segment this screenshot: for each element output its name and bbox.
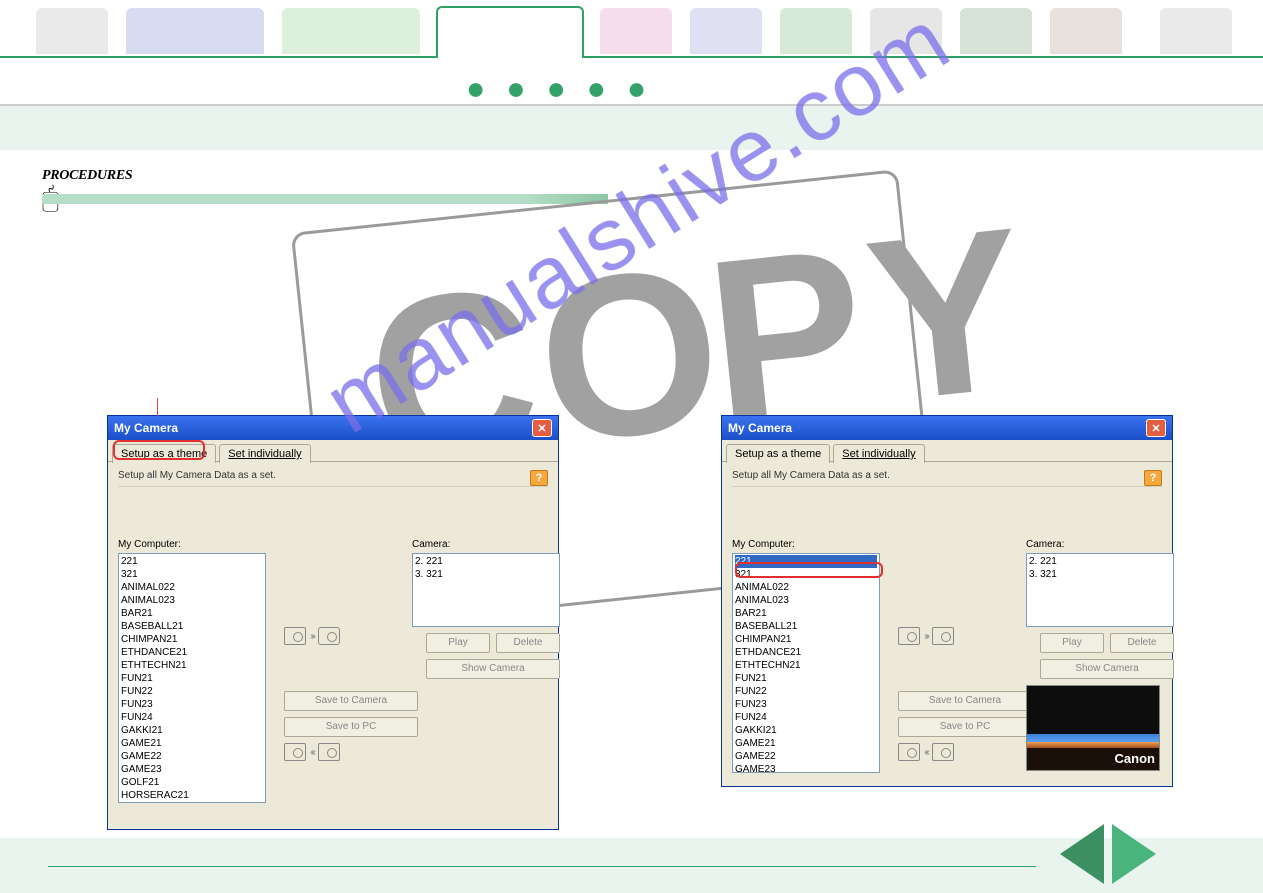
list-item[interactable]: ETHTECHN21 <box>735 659 877 672</box>
list-item[interactable]: GAME22 <box>735 750 877 763</box>
window-title: My Camera <box>728 421 792 435</box>
list-item[interactable]: GAKKI21 <box>121 724 263 737</box>
my-computer-label: My Computer: <box>118 539 266 550</box>
list-item[interactable]: BASEBALL21 <box>121 620 263 633</box>
show-camera-button[interactable]: Show Camera <box>426 659 560 679</box>
dots-decor: ● ● ● ● ● <box>466 70 652 107</box>
list-item[interactable]: ANIMAL022 <box>735 581 877 594</box>
preview-image: Canon <box>1026 685 1160 771</box>
list-item[interactable]: 221 <box>121 555 263 568</box>
camera-list[interactable]: 2. 2213. 321 <box>1026 553 1174 627</box>
page-tab[interactable] <box>600 8 672 54</box>
page-tab-active[interactable] <box>436 6 584 58</box>
list-item[interactable]: ETHDANCE21 <box>735 646 877 659</box>
delete-button[interactable]: Delete <box>496 633 560 653</box>
list-item[interactable]: 3. 321 <box>415 568 557 581</box>
my-computer-label: My Computer: <box>732 539 880 550</box>
list-item[interactable]: FUN22 <box>121 685 263 698</box>
help-button[interactable]: ? <box>1144 470 1162 486</box>
list-item[interactable]: GAME23 <box>121 763 263 776</box>
transfer-to-camera-icon: ››› <box>898 627 954 645</box>
list-item[interactable]: ANIMAL023 <box>735 594 877 607</box>
list-item[interactable]: GAME22 <box>121 750 263 763</box>
list-item[interactable]: ANIMAL022 <box>121 581 263 594</box>
procedures-underline <box>42 194 608 204</box>
save-to-camera-button[interactable]: Save to Camera <box>898 691 1032 711</box>
tab-description: Setup all My Camera Data as a set. <box>118 470 548 481</box>
list-item[interactable]: CHIMPAN21 <box>735 633 877 646</box>
list-item[interactable]: BAR21 <box>735 607 877 620</box>
titlebar[interactable]: My Camera ✕ <box>108 416 558 440</box>
page-tab[interactable] <box>1160 8 1232 54</box>
tab-setup-theme[interactable]: Setup as a theme <box>726 444 830 463</box>
window-title: My Camera <box>114 421 178 435</box>
list-item[interactable]: FUN23 <box>121 698 263 711</box>
list-item[interactable]: CHIMPAN21 <box>121 633 263 646</box>
tab-setup-theme[interactable]: Setup as a theme <box>112 444 216 463</box>
list-item[interactable]: GAME21 <box>735 737 877 750</box>
save-to-pc-button[interactable]: Save to PC <box>898 717 1032 737</box>
prev-page-button[interactable] <box>1060 824 1104 884</box>
list-item[interactable]: FUN23 <box>735 698 877 711</box>
play-button[interactable]: Play <box>1040 633 1104 653</box>
list-item[interactable]: ETHTECHN21 <box>121 659 263 672</box>
tab-set-individually[interactable]: Set individually <box>833 444 924 463</box>
titlebar[interactable]: My Camera ✕ <box>722 416 1172 440</box>
next-page-button[interactable] <box>1112 824 1156 884</box>
page-tab[interactable] <box>282 8 420 54</box>
save-to-camera-button[interactable]: Save to Camera <box>284 691 418 711</box>
help-button[interactable]: ? <box>530 470 548 486</box>
watermark-text: manualshive.com <box>307 0 967 454</box>
page-tab[interactable] <box>870 8 942 54</box>
list-item[interactable]: BAR21 <box>121 607 263 620</box>
camera-label: Camera: <box>1026 539 1174 550</box>
list-item[interactable]: 221 <box>735 555 877 568</box>
list-item[interactable]: ANIMAL023 <box>121 594 263 607</box>
list-item[interactable]: FUN24 <box>735 711 877 724</box>
camera-list[interactable]: 2. 2213. 321 <box>412 553 560 627</box>
list-item[interactable]: ETHDANCE21 <box>121 646 263 659</box>
my-computer-list[interactable]: 221321ANIMAL022ANIMAL023BAR21BASEBALL21C… <box>118 553 266 803</box>
my-computer-list[interactable]: 221321ANIMAL022ANIMAL023BAR21BASEBALL21C… <box>732 553 880 773</box>
list-item[interactable]: FUN22 <box>735 685 877 698</box>
page-tab[interactable] <box>780 8 852 54</box>
tab-description: Setup all My Camera Data as a set. <box>732 470 1162 481</box>
list-item[interactable]: 2. 221 <box>1029 555 1171 568</box>
save-to-pc-button[interactable]: Save to PC <box>284 717 418 737</box>
my-camera-dialog-2: My Camera ✕ Setup as a theme Set individ… <box>721 415 1173 787</box>
camera-label: Camera: <box>412 539 560 550</box>
list-item[interactable]: BASEBALL21 <box>735 620 877 633</box>
list-item[interactable]: 3. 321 <box>1029 568 1171 581</box>
list-item[interactable]: GAKKI21 <box>735 724 877 737</box>
list-item[interactable]: GAME23 <box>735 763 877 773</box>
list-item[interactable]: GOLF21 <box>121 776 263 789</box>
top-tab-strip <box>0 8 1263 58</box>
page-tab[interactable] <box>960 8 1032 54</box>
list-item[interactable]: GAME21 <box>121 737 263 750</box>
delete-button[interactable]: Delete <box>1110 633 1174 653</box>
page-tab[interactable] <box>1050 8 1122 54</box>
transfer-to-camera-icon: ››› <box>284 627 340 645</box>
list-item[interactable]: HORSERAC21 <box>121 789 263 802</box>
page-tab[interactable] <box>36 8 108 54</box>
page-tab[interactable] <box>690 8 762 54</box>
list-item[interactable]: 321 <box>121 568 263 581</box>
transfer-to-pc-icon: ‹‹‹ <box>284 743 560 761</box>
list-item[interactable]: FUN21 <box>735 672 877 685</box>
tab-set-individually[interactable]: Set individually <box>219 444 310 463</box>
play-button[interactable]: Play <box>426 633 490 653</box>
list-item[interactable]: FUN24 <box>121 711 263 724</box>
list-item[interactable]: 321 <box>735 568 877 581</box>
my-camera-dialog-1: My Camera ✕ Setup as a theme Set individ… <box>107 415 559 830</box>
page-tab[interactable] <box>126 8 264 54</box>
procedures-badge: PROCEDURES 🖱 <box>42 168 132 215</box>
brand-logo: Canon <box>1115 751 1155 766</box>
list-item[interactable]: FUN21 <box>121 672 263 685</box>
list-item[interactable]: 2. 221 <box>415 555 557 568</box>
close-button[interactable]: ✕ <box>1146 419 1166 437</box>
show-camera-button[interactable]: Show Camera <box>1040 659 1174 679</box>
close-button[interactable]: ✕ <box>532 419 552 437</box>
list-item[interactable]: IYASHI21 <box>121 802 263 803</box>
